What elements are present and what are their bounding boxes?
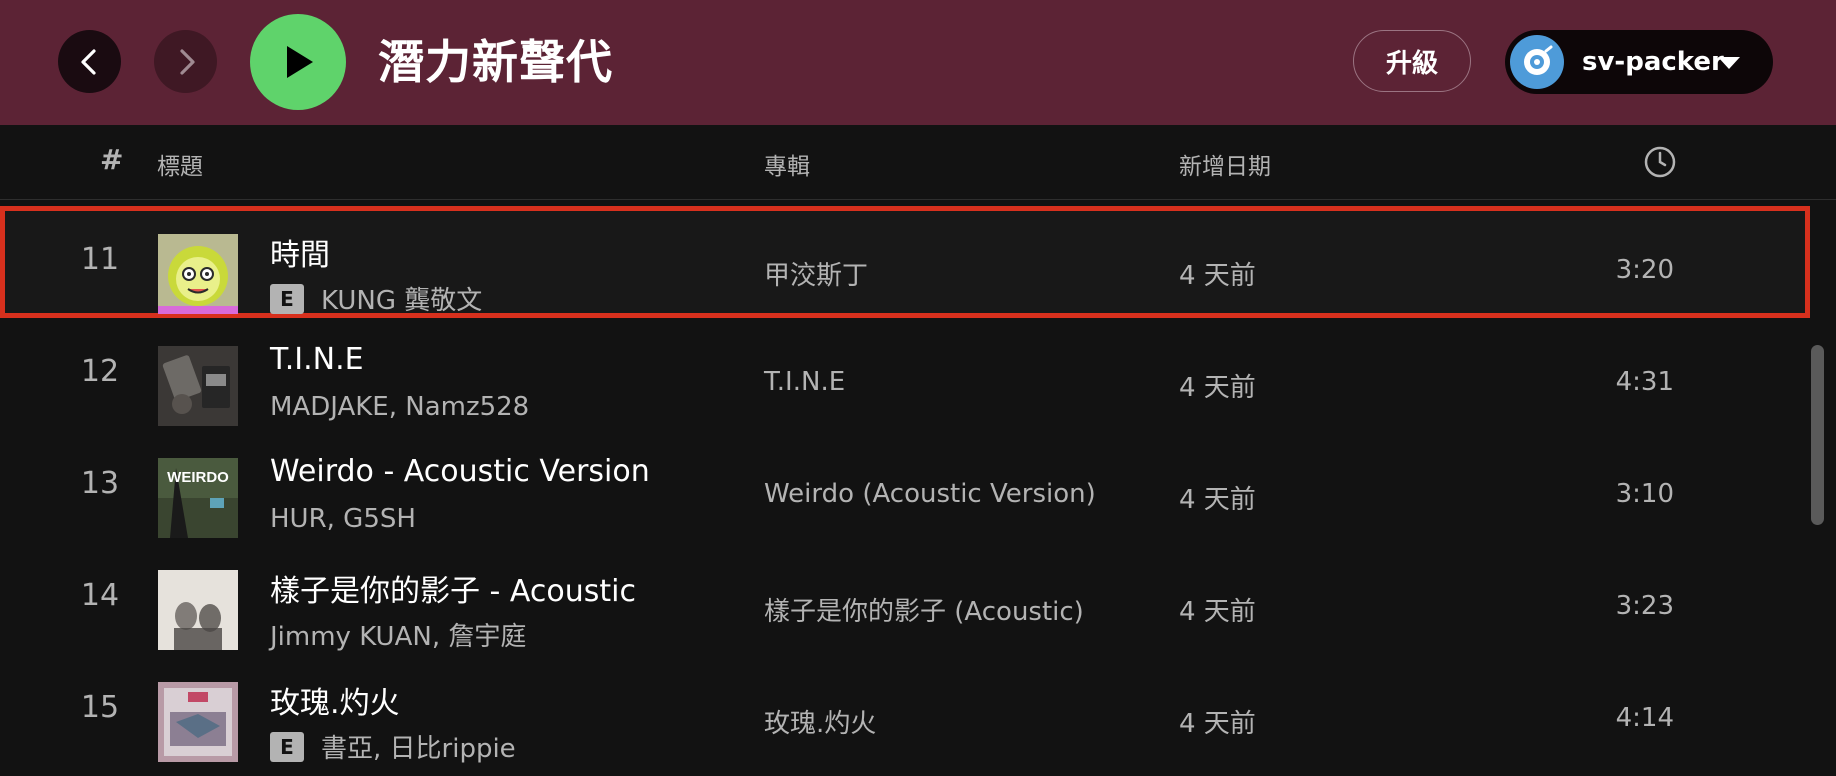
column-title-header[interactable]: 標題 <box>157 147 203 181</box>
cover-art-text: WEIRDO <box>167 469 229 486</box>
track-title[interactable]: 玫瑰.灼火 <box>270 678 400 722</box>
track-artists[interactable]: HUR, G5SH <box>270 504 416 534</box>
track-artists[interactable]: Jimmy KUAN, 詹宇庭 <box>270 616 526 653</box>
caret-down-icon <box>1718 57 1740 69</box>
track-number: 13 <box>80 466 120 501</box>
play-icon <box>287 46 313 78</box>
track-row[interactable]: 15 玫瑰.灼火 E 書亞, 日比rippie 玫瑰.灼火 4 天前 4:14 <box>0 654 1810 766</box>
track-duration: 3:10 <box>1615 479 1674 509</box>
track-album[interactable]: 樣子是你的影子 (Acoustic) <box>764 591 1084 628</box>
username-label: sv-packer <box>1582 47 1724 77</box>
tracklist-column-header: # 標題 專輯 新增日期 <box>0 125 1836 200</box>
track-duration: 4:31 <box>1615 367 1674 397</box>
track-artists-line: MADJAKE, Namz528 <box>270 392 529 422</box>
track-duration: 3:23 <box>1615 591 1674 621</box>
track-date-added: 4 天前 <box>1179 261 1256 291</box>
track-title[interactable]: Weirdo - Acoustic Version <box>270 454 650 489</box>
upgrade-button[interactable]: 升級 <box>1353 30 1471 92</box>
track-album[interactable]: T.I.N.E <box>764 367 845 397</box>
track-cover-art <box>158 682 238 762</box>
explicit-badge: E <box>270 283 304 314</box>
track-date-added: 4 天前 <box>1179 709 1256 739</box>
track-cover-art: WEIRDO <box>158 458 238 538</box>
column-date-added-header[interactable]: 新增日期 <box>1179 147 1271 181</box>
track-title[interactable]: 樣子是你的影子 - Acoustic <box>270 566 636 610</box>
track-artists-line: E KUNG 龔敬文 <box>270 280 482 317</box>
app-window: 潛力新聲代 升級 sv-packer # 標題 專輯 新增日期 11 時間 E … <box>0 0 1836 776</box>
track-number: 12 <box>80 354 120 389</box>
column-duration-header[interactable] <box>1643 145 1677 185</box>
track-cover-art <box>158 346 238 426</box>
playlist-title: 潛力新聲代 <box>378 35 613 89</box>
track-artists[interactable]: 書亞, 日比rippie <box>321 728 516 765</box>
track-title[interactable]: T.I.N.E <box>270 342 364 377</box>
playlist-header-bar: 潛力新聲代 升級 sv-packer <box>0 0 1836 125</box>
user-menu-button[interactable]: sv-packer <box>1505 30 1773 94</box>
back-button[interactable] <box>58 30 121 93</box>
chevron-left-icon <box>80 48 96 75</box>
track-cover-art <box>158 234 238 314</box>
play-button[interactable] <box>250 14 346 110</box>
track-date-added: 4 天前 <box>1179 373 1256 403</box>
track-artists[interactable]: KUNG 龔敬文 <box>321 280 482 317</box>
track-number: 11 <box>80 242 120 277</box>
track-artists-line: Jimmy KUAN, 詹宇庭 <box>270 616 526 653</box>
track-album[interactable]: Weirdo (Acoustic Version) <box>764 479 1096 509</box>
column-album-header[interactable]: 專輯 <box>764 147 810 181</box>
track-title[interactable]: 時間 <box>270 230 330 274</box>
track-duration: 4:14 <box>1615 703 1674 733</box>
track-cover-art <box>158 570 238 650</box>
track-album[interactable]: 甲洨斯丁 <box>764 255 868 292</box>
track-artists-line: HUR, G5SH <box>270 504 416 534</box>
track-row[interactable]: 11 時間 E KUNG 龔敬文 甲洨斯丁 4 天前 3:20 <box>0 206 1810 318</box>
track-row[interactable]: 14 樣子是你的影子 - Acoustic Jimmy KUAN, 詹宇庭 樣子… <box>0 542 1810 654</box>
chevron-right-icon <box>179 48 195 75</box>
track-artists[interactable]: MADJAKE, Namz528 <box>270 392 529 422</box>
track-date-added: 4 天前 <box>1179 597 1256 627</box>
track-number: 14 <box>80 578 120 613</box>
vertical-scrollbar[interactable] <box>1811 345 1824 525</box>
track-artists-line: E 書亞, 日比rippie <box>270 728 516 765</box>
track-row[interactable]: 12 T.I.N.E MADJAKE, Namz528 T.I.N.E 4 天前… <box>0 318 1810 430</box>
user-avatar-icon <box>1510 35 1564 89</box>
clock-icon <box>1644 146 1676 178</box>
track-number: 15 <box>80 690 120 725</box>
track-date-added: 4 天前 <box>1179 485 1256 515</box>
forward-button[interactable] <box>154 30 217 93</box>
track-album[interactable]: 玫瑰.灼火 <box>764 703 876 740</box>
track-row[interactable]: 13 WEIRDO Weirdo - Acoustic Version HUR,… <box>0 430 1810 542</box>
column-number-header: # <box>100 143 124 176</box>
explicit-badge: E <box>270 731 304 762</box>
track-duration: 3:20 <box>1615 255 1674 285</box>
